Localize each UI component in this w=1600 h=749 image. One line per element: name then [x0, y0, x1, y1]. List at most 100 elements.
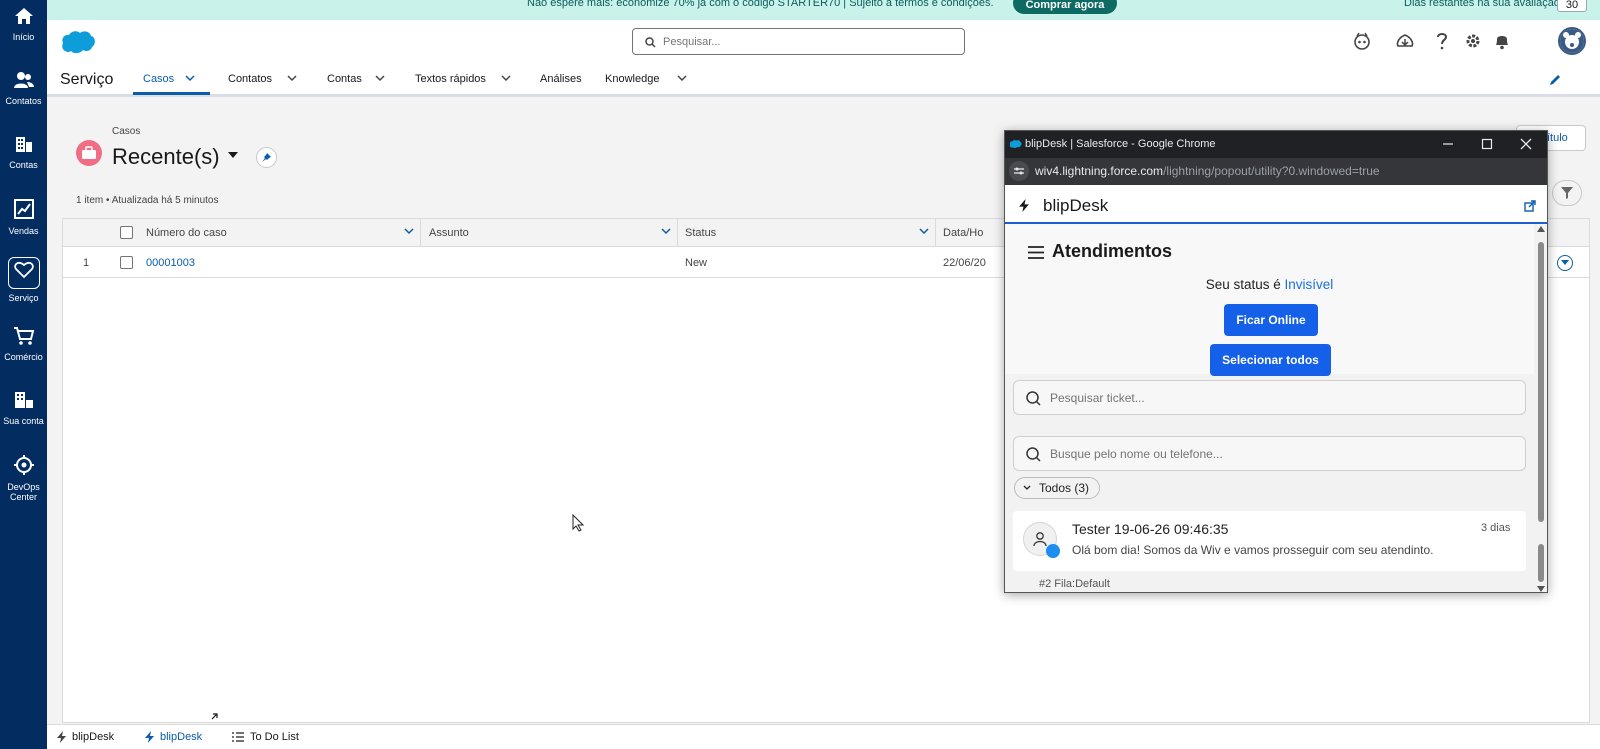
rail-item-accounts[interactable]: Contas [0, 134, 47, 170]
briefcase-icon [82, 146, 96, 159]
ticket-card[interactable]: Tester 19-06-26 09:46:35 3 dias Olá bom … [1013, 511, 1526, 571]
select-all-button[interactable]: Selecionar todos [1210, 344, 1331, 376]
list-view-meta: 1 item • Atualizada há 5 minutos [76, 195, 219, 206]
column-header-status[interactable]: Status [685, 227, 716, 239]
popout-arrow-icon [211, 713, 218, 720]
trailhead-icon[interactable] [1396, 32, 1414, 50]
pin-list-button[interactable] [256, 147, 277, 168]
rail-label: Sua conta [3, 416, 44, 426]
row-actions-button[interactable] [1557, 255, 1573, 271]
rail-item-your-account[interactable]: Sua conta [0, 390, 47, 426]
app-navigation-bar: Serviço Casos Contatos Contas Textos ráp… [47, 64, 1600, 97]
edit-nav-pencil-icon[interactable] [1549, 74, 1561, 86]
column-divider[interactable] [677, 219, 678, 247]
address-bar[interactable]: wiv4.lightning.force.com/lightning/popou… [1005, 158, 1547, 185]
rail-item-home[interactable]: Início [0, 6, 47, 42]
salesforce-logo[interactable] [60, 29, 96, 58]
atendimentos-header-section: Atendimentos Seu status é Invisível Fica… [1005, 224, 1534, 376]
column-header-date[interactable]: Data/Ho [943, 227, 983, 239]
utility-panel-title: blipDesk [1043, 196, 1109, 215]
trial-days-label: Dias restantes na sua avaliação: [1404, 0, 1563, 9]
contact-search[interactable] [1013, 436, 1526, 471]
scroll-up-icon[interactable] [1537, 226, 1545, 232]
contact-search-input[interactable] [1050, 446, 1510, 462]
help-icon[interactable] [1435, 32, 1449, 50]
chevron-down-icon[interactable] [661, 228, 671, 235]
chevron-down-icon[interactable] [287, 75, 297, 82]
status-value[interactable]: Invisível [1285, 277, 1334, 292]
filter-chip-todos[interactable]: Todos (3) [1014, 477, 1101, 499]
scroll-down-icon[interactable] [1537, 586, 1545, 592]
utility-item-blipdesk-popped[interactable]: blipDesk [145, 731, 202, 743]
chevron-down-icon[interactable] [919, 228, 929, 235]
rail-item-devops[interactable]: DevOps Center [0, 454, 47, 502]
hamburger-menu-icon[interactable] [1028, 246, 1044, 259]
close-icon[interactable] [1520, 138, 1532, 150]
search-icon [1026, 391, 1041, 406]
maximize-icon[interactable] [1481, 138, 1493, 150]
window-titlebar[interactable]: blipDesk | Salesforce - Google Chrome [1005, 131, 1547, 158]
minimize-icon[interactable] [1442, 138, 1454, 150]
user-icon [1033, 532, 1047, 547]
panel-scrollbar[interactable] [1534, 224, 1547, 592]
case-number-link[interactable]: 00001003 [146, 257, 195, 269]
chevron-down-icon[interactable] [404, 228, 414, 235]
promo-text: Não espere mais: economize 70% já com o … [527, 0, 994, 9]
rail-item-service[interactable]: Serviço [0, 257, 47, 303]
notifications-bell-icon[interactable] [1494, 32, 1510, 50]
contacts-icon [13, 72, 34, 88]
rail-label: DevOps [7, 482, 40, 492]
bolt-icon [1019, 199, 1029, 212]
chevron-down-icon[interactable] [501, 75, 511, 82]
list-view-title[interactable]: Recente(s) [112, 144, 220, 170]
service-icon [13, 262, 34, 279]
tab-textos-rapidos[interactable]: Textos rápidos [415, 73, 486, 85]
utility-item-blipdesk[interactable]: blipDesk [57, 731, 114, 743]
ticket-age: 3 dias [1481, 522, 1511, 534]
case-date: 22/06/20 [943, 257, 986, 269]
row-select-checkbox[interactable] [120, 256, 133, 269]
blipdesk-popout-window: blipDesk | Salesforce - Google Chrome wi… [1004, 130, 1548, 593]
tab-contas[interactable]: Contas [327, 73, 362, 85]
commerce-icon [13, 327, 34, 345]
tab-casos[interactable]: Casos [143, 73, 174, 85]
chevron-down-icon[interactable] [375, 75, 385, 82]
rail-label: Comércio [4, 352, 43, 362]
go-online-button[interactable]: Ficar Online [1224, 304, 1318, 336]
column-divider[interactable] [420, 219, 421, 247]
checklist-icon [232, 731, 244, 742]
rail-label: Vendas [8, 226, 39, 236]
filter-button[interactable] [1552, 180, 1582, 206]
caret-down-icon[interactable] [228, 152, 238, 159]
tab-analises[interactable]: Análises [540, 73, 582, 85]
ticket-search[interactable] [1013, 380, 1526, 415]
rail-label-line2: Center [9, 492, 37, 502]
column-divider[interactable] [935, 219, 936, 247]
bolt-icon [57, 731, 66, 743]
assistant-icon[interactable] [1353, 32, 1371, 50]
settings-gear-icon[interactable] [1464, 32, 1482, 50]
utility-item-todo[interactable]: To Do List [232, 731, 299, 743]
column-header-subject[interactable]: Assunto [429, 227, 469, 239]
user-avatar[interactable] [1558, 27, 1586, 55]
chevron-down-icon[interactable] [677, 75, 687, 82]
buy-now-button[interactable]: Comprar agora [1013, 0, 1117, 14]
rail-item-sales[interactable]: Vendas [0, 198, 47, 236]
rail-item-contacts[interactable]: Contatos [0, 70, 47, 106]
scrollbar-thumb[interactable] [1538, 242, 1544, 522]
global-search-input[interactable] [663, 33, 953, 50]
global-search[interactable] [632, 28, 965, 55]
utility-item-label: blipDesk [72, 731, 115, 743]
column-header-case-number[interactable]: Número do caso [146, 227, 227, 239]
tab-contatos[interactable]: Contatos [228, 73, 272, 85]
popin-icon[interactable] [1524, 200, 1536, 212]
tune-icon [1014, 167, 1024, 175]
select-all-checkbox[interactable] [120, 226, 133, 239]
site-info-button[interactable] [1009, 161, 1029, 181]
rail-item-commerce[interactable]: Comércio [0, 326, 47, 362]
ticket-search-input[interactable] [1050, 390, 1510, 406]
chevron-down-icon[interactable] [185, 75, 195, 82]
object-label: Casos [112, 126, 141, 137]
tab-knowledge[interactable]: Knowledge [605, 73, 659, 85]
scrollbar-thumb-inner[interactable] [1538, 544, 1544, 582]
